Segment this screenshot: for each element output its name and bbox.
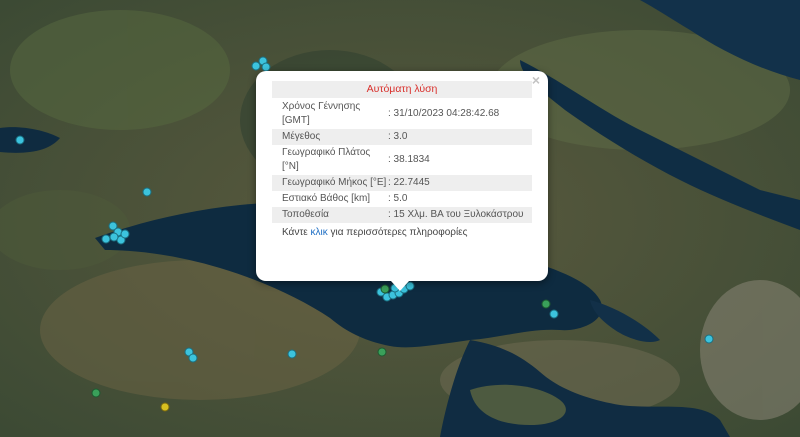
more-info-text: Κάντε κλικ για περισσότερες πληροφορίες [272, 227, 532, 238]
magnitude-value: : 3.0 [388, 129, 532, 145]
longitude-value: : 22.7445 [388, 175, 532, 191]
table-row: Γεωγραφικό Πλάτος [°N] : 38.1834 [272, 145, 532, 175]
quake-marker[interactable] [91, 388, 101, 398]
popup-title: Αυτόματη λύση [272, 81, 532, 98]
quake-marker[interactable] [188, 353, 198, 363]
more-info-link[interactable]: κλικ [311, 227, 328, 238]
quake-marker[interactable] [101, 234, 111, 244]
table-row: Χρόνος Γέννησης [GMT] : 31/10/2023 04:28… [272, 99, 532, 129]
quake-marker[interactable] [251, 61, 261, 71]
quake-marker[interactable] [541, 299, 551, 309]
quake-marker[interactable] [120, 229, 130, 239]
quake-marker[interactable] [261, 62, 271, 72]
table-row: Γεωγραφικό Μήκος [°E] : 22.7445 [272, 175, 532, 191]
table-row: Εστιακό Βάθος [km] : 5.0 [272, 191, 532, 207]
magnitude-label: Μέγεθος [272, 129, 388, 145]
more-info-prefix: Κάντε [282, 227, 311, 238]
table-row: Μέγεθος : 3.0 [272, 129, 532, 145]
quake-marker[interactable] [287, 349, 297, 359]
quake-marker[interactable] [377, 347, 387, 357]
quake-marker[interactable] [109, 232, 119, 242]
close-icon[interactable]: × [529, 73, 543, 87]
longitude-label: Γεωγραφικό Μήκος [°E] [272, 175, 388, 191]
latitude-value: : 38.1834 [388, 145, 532, 175]
depth-label: Εστιακό Βάθος [km] [272, 191, 388, 207]
quake-marker[interactable] [704, 334, 714, 344]
depth-value: : 5.0 [388, 191, 532, 207]
quake-marker[interactable] [142, 187, 152, 197]
origin-time-value: : 31/10/2023 04:28:42.68 [388, 99, 532, 129]
quake-marker[interactable] [160, 402, 170, 412]
quake-marker[interactable] [15, 135, 25, 145]
quake-marker[interactable] [380, 284, 390, 294]
earthquake-info-popup: × Αυτόματη λύση Χρόνος Γέννησης [GMT] : … [256, 71, 548, 281]
table-row: Τοποθεσία : 15 Χλμ. ΒΑ του Ξυλοκάστρου [272, 207, 532, 223]
more-info-suffix: για περισσότερες πληροφορίες [327, 227, 468, 238]
info-table: Χρόνος Γέννησης [GMT] : 31/10/2023 04:28… [272, 99, 532, 223]
popup-pointer [391, 281, 409, 291]
origin-time-label: Χρόνος Γέννησης [GMT] [272, 99, 388, 129]
location-value: : 15 Χλμ. ΒΑ του Ξυλοκάστρου [388, 207, 532, 223]
quake-marker[interactable] [549, 309, 559, 319]
location-label: Τοποθεσία [272, 207, 388, 223]
latitude-label: Γεωγραφικό Πλάτος [°N] [272, 145, 388, 175]
